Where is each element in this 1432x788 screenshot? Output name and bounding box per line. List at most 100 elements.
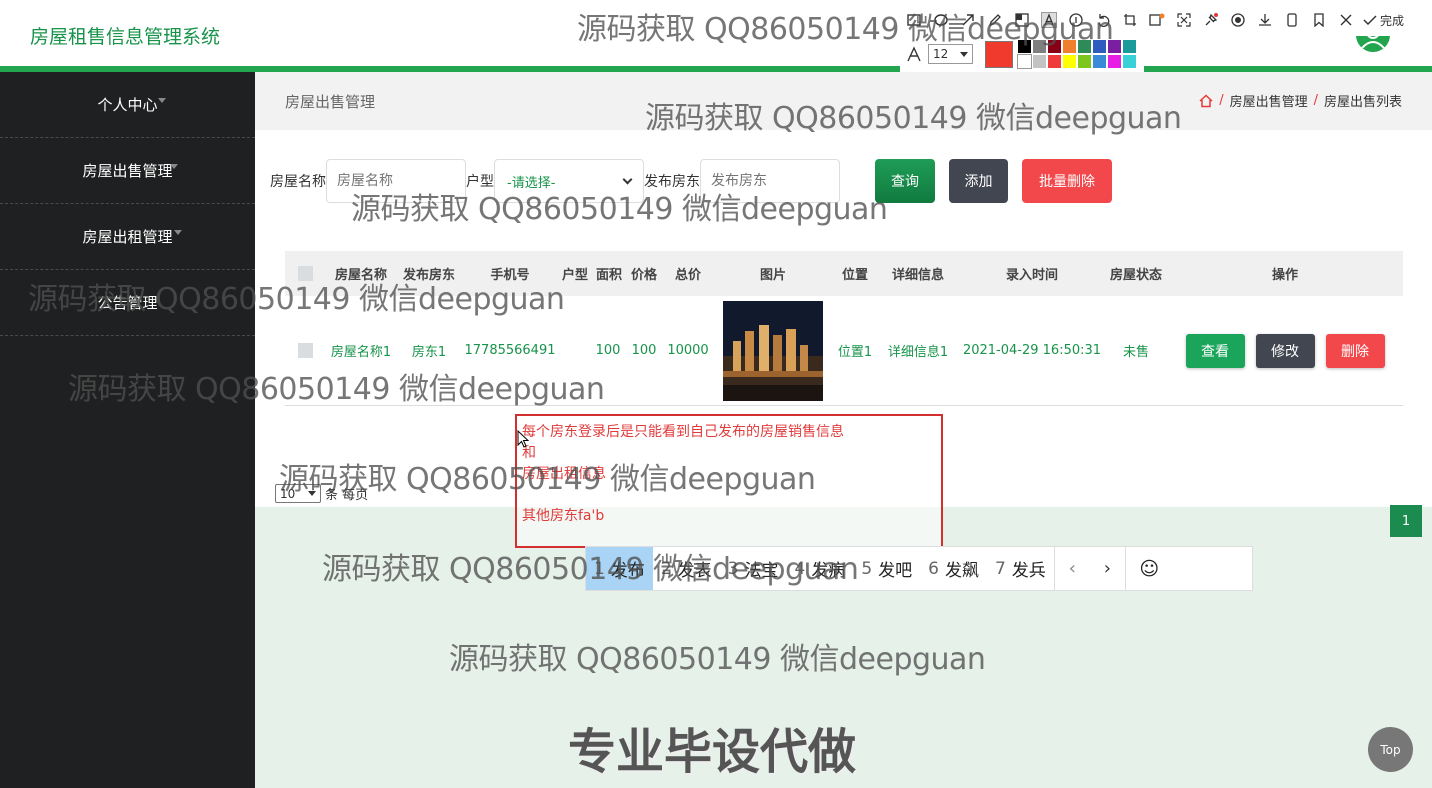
color-swatch[interactable] (1108, 55, 1121, 68)
record-icon[interactable] (1224, 7, 1251, 34)
ime-candidate[interactable]: 5 发吧 (853, 547, 920, 590)
candidate-text: 发吧 (878, 561, 913, 581)
crop-icon[interactable] (1116, 7, 1143, 34)
table-header: 房屋名称 发布房东 手机号 户型 面积 价格 总价 图片 位置 详细信息 录入时… (285, 251, 1403, 296)
ime-candidate[interactable]: 1 发布 (586, 547, 653, 590)
color-swatch[interactable] (1078, 55, 1091, 68)
current-color-swatch[interactable] (985, 40, 1013, 68)
color-swatch[interactable] (1093, 55, 1106, 68)
close-icon[interactable] (1332, 7, 1359, 34)
color-swatch[interactable] (1123, 40, 1136, 53)
column-header: 录入时间 (1005, 268, 1058, 283)
fullscreen-icon[interactable] (1170, 7, 1197, 34)
sidebar-item-house-sale[interactable]: 房屋出售管理 (0, 138, 255, 204)
candidate-text: 发表 (677, 561, 712, 581)
ime-candidate[interactable]: 2 发表 (653, 547, 720, 590)
color-swatch[interactable] (1033, 40, 1046, 53)
home-icon[interactable] (1199, 93, 1213, 108)
house-sale-table: 房屋名称 发布房东 手机号 户型 面积 价格 总价 图片 位置 详细信息 录入时… (285, 251, 1403, 406)
landlord-input[interactable] (700, 159, 840, 203)
emoji-icon[interactable]: ☺ (1124, 547, 1173, 590)
ime-candidate[interactable]: 6 发飙 (920, 547, 987, 590)
pin-icon[interactable] (1197, 7, 1224, 34)
font-icon (907, 46, 921, 62)
column-header: 位置 (841, 268, 868, 283)
sidebar-item-profile[interactable]: 个人中心 (0, 72, 255, 138)
breadcrumb-item[interactable]: 房屋出售列表 (1324, 91, 1402, 110)
column-header: 图片 (759, 268, 786, 283)
font-size-select[interactable]: 12 (928, 44, 973, 64)
page-size-select[interactable]: 10 (275, 484, 321, 503)
color-swatch[interactable] (1048, 40, 1061, 53)
color-swatch[interactable] (1063, 40, 1076, 53)
color-swatch[interactable] (1123, 55, 1136, 68)
cell-landlord: 房东1 (411, 345, 447, 360)
add-button[interactable]: 添加 (949, 159, 1008, 203)
annotation-textbox[interactable]: 每个房东登录后是只能看到自己发布的房屋销售信息 和 房屋出租信息 其他房东fa'… (515, 414, 943, 548)
undo-icon[interactable] (1089, 7, 1116, 34)
house-type-label: 户型 (466, 174, 494, 190)
number-tool-icon[interactable] (1062, 7, 1089, 34)
house-type-select[interactable]: -请选择- (494, 159, 644, 203)
column-header: 操作 (1271, 268, 1298, 283)
color-swatch[interactable] (1063, 55, 1076, 68)
column-header: 价格 (630, 268, 657, 283)
sidebar-item-house-rent[interactable]: 房屋出租管理 (0, 204, 255, 270)
column-header: 面积 (595, 268, 622, 283)
cell-status: 未售 (1122, 345, 1149, 360)
batch-delete-button[interactable]: 批量删除 (1022, 159, 1112, 203)
back-to-top-button[interactable]: Top (1368, 727, 1413, 772)
color-swatch[interactable] (1017, 54, 1032, 69)
cell-type (559, 296, 591, 405)
ime-candidate[interactable]: 3 法宝 (720, 547, 787, 590)
breadcrumb-item[interactable]: 房屋出售管理 (1230, 91, 1308, 110)
page-number-button[interactable]: 1 (1390, 505, 1422, 537)
ellipse-tool-icon[interactable] (927, 7, 954, 34)
chevron-down-icon (622, 174, 633, 184)
column-header: 发布房东 (402, 268, 455, 283)
night-city-image (723, 300, 823, 401)
bookmark-icon[interactable] (1305, 7, 1332, 34)
candidate-text: 发病 (811, 561, 846, 581)
color-swatch[interactable] (1093, 40, 1106, 53)
sidebar-item-announcements[interactable]: 公告管理 (0, 270, 255, 336)
select-all-checkbox[interactable] (297, 266, 313, 281)
sidebar-item-label: 公告管理 (97, 294, 158, 312)
breadcrumb: / 房屋出售管理 / 房屋出售列表 (1199, 91, 1402, 110)
delete-button[interactable]: 删除 (1325, 333, 1385, 368)
ime-candidate[interactable]: 4 发病 (786, 547, 853, 590)
cell-price: 100 (631, 343, 657, 358)
color-swatch[interactable] (1108, 40, 1121, 53)
font-size-value: 12 (933, 47, 949, 61)
download-icon[interactable] (1251, 7, 1278, 34)
candidate-text: 发飙 (944, 561, 979, 581)
color-swatch[interactable] (1033, 55, 1046, 68)
mosaic-tool-icon[interactable] (1008, 7, 1035, 34)
candidate-number: 5 (861, 558, 873, 579)
chevron-right-icon[interactable]: › (1090, 547, 1125, 590)
done-button[interactable]: 完成 (1363, 12, 1404, 29)
rectangle-tool-icon[interactable] (900, 7, 927, 34)
done-label: 完成 (1380, 13, 1405, 28)
text-style-toolbar: 12 (900, 36, 1144, 72)
breadcrumb-separator: / (1219, 93, 1224, 108)
ime-candidate-bar: 1 发布 2 发表 3 法宝 4 发病 5 发吧 6 发飙 7 发兵 ‹ › ☺ (585, 546, 1253, 591)
ocr-icon[interactable] (1143, 7, 1170, 34)
view-button[interactable]: 查看 (1185, 333, 1245, 368)
pen-tool-icon[interactable] (981, 7, 1008, 34)
house-photo[interactable] (723, 300, 823, 401)
edit-button[interactable]: 修改 (1255, 333, 1315, 368)
color-swatch[interactable] (1078, 40, 1091, 53)
landlord-label: 发布房东 (644, 174, 700, 190)
arrow-tool-icon[interactable] (954, 7, 981, 34)
color-swatch[interactable] (1018, 40, 1031, 53)
phone-icon[interactable] (1278, 7, 1305, 34)
text-tool-icon[interactable] (1035, 7, 1062, 34)
query-button[interactable]: 查询 (875, 159, 935, 203)
annotation-text[interactable]: 每个房东登录后是只能看到自己发布的房屋销售信息 和 房屋出租信息 其他房东fa'… (522, 422, 844, 527)
row-checkbox[interactable] (297, 343, 313, 358)
ime-candidate[interactable]: 7 发兵 (987, 547, 1054, 590)
house-name-input[interactable] (326, 159, 466, 203)
chevron-left-icon[interactable]: ‹ (1055, 547, 1090, 590)
color-swatch[interactable] (1048, 55, 1061, 68)
